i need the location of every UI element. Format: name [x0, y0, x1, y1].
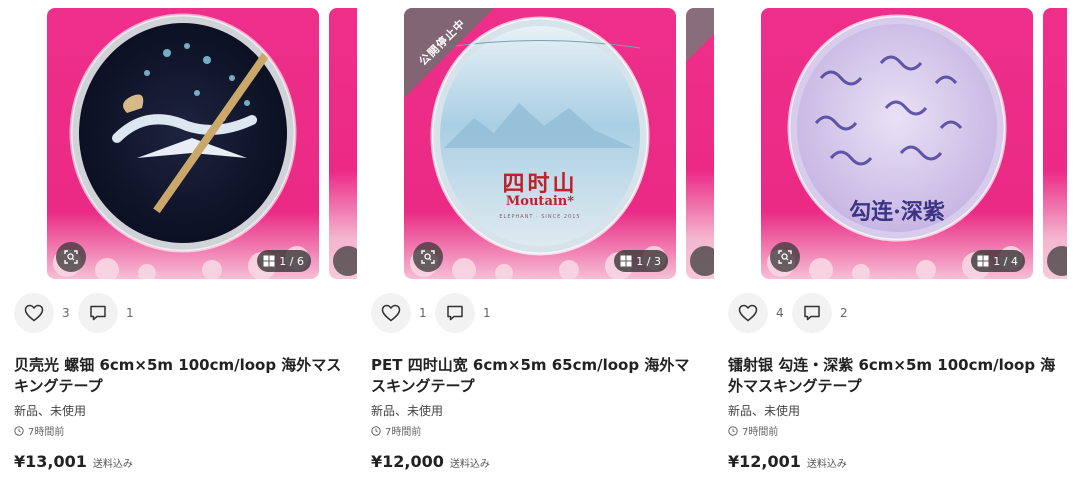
comment-action[interactable]: 2: [792, 293, 848, 333]
price: ¥13,001: [14, 452, 87, 471]
price: ¥12,000: [371, 452, 444, 471]
tape-print-brand: ELEPHANT · SINCE 2015: [499, 214, 581, 220]
listing-time: 7時間前: [14, 423, 64, 438]
product-title[interactable]: 镭射银 勾连・深紫 6cm×5m 100cm/loop 海外マスキングテープ: [728, 355, 1060, 397]
like-action[interactable]: 1: [371, 293, 427, 333]
shipping-note: 送料込み: [806, 459, 847, 470]
like-action[interactable]: 4: [728, 293, 784, 333]
preview-scan-button: [690, 246, 714, 276]
image-counter: 1 / 4: [993, 254, 1018, 268]
product-title[interactable]: 贝壳光 螺钿 6cm×5m 100cm/loop 海外マスキングテープ: [14, 355, 346, 397]
like-count: 1: [419, 306, 427, 320]
tape-photo: [404, 8, 676, 279]
image-counter: 1 / 6: [279, 254, 304, 268]
image-search-button[interactable]: [770, 242, 800, 272]
product-condition: 新品、未使用: [371, 404, 444, 418]
image-search-icon: [421, 250, 435, 264]
next-image-preview[interactable]: [686, 8, 714, 279]
comment-icon: [90, 305, 106, 321]
product-condition: 新品、未使用: [14, 404, 87, 418]
clock-icon: [371, 425, 381, 436]
product-image[interactable]: 1 / 6: [47, 8, 319, 279]
product-image[interactable]: 勾连·深紫 1 / 4: [761, 8, 1033, 279]
comment-button[interactable]: [792, 293, 832, 333]
comment-icon: [804, 305, 820, 321]
image-search-icon: [64, 250, 78, 264]
gallery-grid-icon: [263, 255, 275, 267]
like-count: 4: [776, 306, 784, 320]
comment-action[interactable]: 1: [435, 293, 491, 333]
gallery-grid-icon: [977, 255, 989, 267]
clock-icon: [14, 425, 24, 436]
preview-scan-button: [333, 246, 357, 276]
image-search-button[interactable]: [56, 242, 86, 272]
listing-time: 7時間前: [371, 423, 421, 438]
shipping-note: 送料込み: [449, 459, 490, 470]
comment-button[interactable]: [435, 293, 475, 333]
image-counter-badge: 1 / 6: [257, 250, 311, 272]
price-row: ¥12,000 送料込み: [371, 452, 490, 471]
time-ago: 7時間前: [385, 427, 422, 438]
next-image-preview[interactable]: [329, 8, 357, 279]
product-card[interactable]: 四时山 Moutain* ELEPHANT · SINCE 2015 公開停止中…: [371, 0, 714, 486]
like-button[interactable]: [14, 293, 54, 333]
heart-icon: [738, 304, 758, 322]
product-card[interactable]: 勾连·深紫 1 / 4 4 2 镭射银 勾连・深紫 6cm×5m 100cm/l…: [728, 0, 1068, 486]
product-card[interactable]: 1 / 6 3 1 贝壳光 螺钿 6cm×5m 100cm/loop 海外マスキ…: [14, 0, 357, 486]
time-ago: 7時間前: [28, 427, 65, 438]
heart-icon: [381, 304, 401, 322]
tape-print-sublabel: Moutain*: [505, 194, 575, 209]
image-search-button[interactable]: [413, 242, 443, 272]
like-action[interactable]: 3: [14, 293, 70, 333]
comment-button[interactable]: [78, 293, 118, 333]
product-condition: 新品、未使用: [728, 404, 801, 418]
product-image[interactable]: 四时山 Moutain* ELEPHANT · SINCE 2015 公開停止中…: [404, 8, 676, 279]
listing-time: 7時間前: [728, 423, 778, 438]
image-search-icon: [778, 250, 792, 264]
like-count: 3: [62, 306, 70, 320]
heart-icon: [24, 304, 44, 322]
gallery-grid-icon: [620, 255, 632, 267]
image-counter: 1 / 3: [636, 254, 661, 268]
preview-background: [1043, 8, 1067, 279]
product-title[interactable]: PET 四时山宽 6cm×5m 65cm/loop 海外マスキングテープ: [371, 355, 703, 397]
tape-print-label: 勾连·深紫: [849, 199, 945, 225]
preview-background: [329, 8, 357, 279]
comment-count: 1: [126, 306, 134, 320]
comment-icon: [447, 305, 463, 321]
image-counter-badge: 1 / 4: [971, 250, 1025, 272]
comment-count: 2: [840, 306, 848, 320]
tape-photo: [761, 8, 1033, 279]
price-row: ¥12,001 送料込み: [728, 452, 847, 471]
price-row: ¥13,001 送料込み: [14, 452, 133, 471]
shipping-note: 送料込み: [92, 459, 133, 470]
image-counter-badge: 1 / 3: [614, 250, 668, 272]
price: ¥12,001: [728, 452, 801, 471]
tape-photo: [47, 8, 319, 279]
preview-banner: [686, 8, 714, 88]
comment-action[interactable]: 1: [78, 293, 134, 333]
like-button[interactable]: [728, 293, 768, 333]
time-ago: 7時間前: [742, 427, 779, 438]
next-image-preview[interactable]: [1043, 8, 1067, 279]
clock-icon: [728, 425, 738, 436]
like-button[interactable]: [371, 293, 411, 333]
comment-count: 1: [483, 306, 491, 320]
